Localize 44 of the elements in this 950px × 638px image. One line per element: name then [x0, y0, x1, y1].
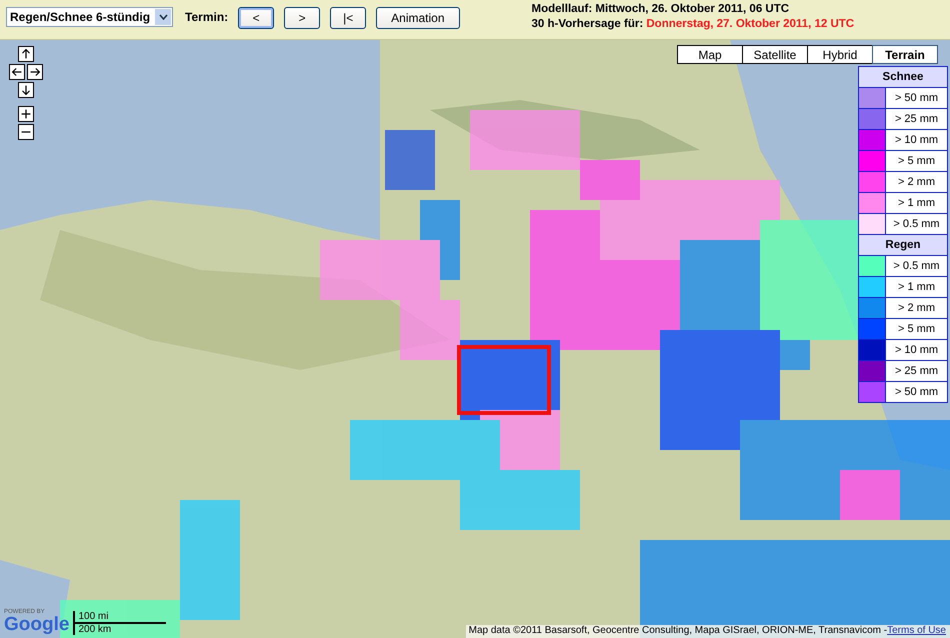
model-run-text: Modelllauf: Mittwoch, 26. Oktober 2011, 06 UTC [532, 2, 790, 17]
termin-label: Termin: [185, 10, 228, 24]
caret-icon [158, 14, 168, 20]
arrow-right-icon [28, 65, 42, 79]
legend-label: > 5 mm [886, 151, 947, 171]
step-button[interactable]: > [284, 7, 320, 29]
attribution-text: Map data ©2011 Basarsoft, Geocentre Consulting, Mapa GISrael, ORION-ME, Transnavicom - [468, 625, 888, 636]
map-type-button[interactable]: Map [677, 45, 743, 64]
arrow-down-icon [19, 83, 33, 97]
legend-heading: Regen [859, 235, 947, 255]
pan-right-button[interactable] [27, 64, 43, 80]
legend-label: > 10 mm [886, 130, 947, 150]
map-type-button[interactable]: Satellite [742, 45, 808, 64]
legend-label: > 50 mm [886, 382, 947, 402]
legend-label: > 1 mm [886, 193, 947, 213]
arrow-up-icon [19, 47, 33, 61]
pan-up-button[interactable] [18, 46, 34, 62]
legend-label: > 50 mm [886, 88, 947, 108]
forecast-label: 30 h-Vorhersage für: [532, 18, 644, 30]
pan-left-button[interactable] [9, 64, 25, 80]
legend-label: > 0.5 mm [886, 214, 947, 234]
terms-link[interactable]: Terms of Use [887, 625, 946, 636]
plus-icon [19, 107, 33, 121]
legend-label: > 25 mm [886, 361, 947, 381]
legend-label: > 2 mm [886, 172, 947, 192]
zoom-in-button[interactable] [18, 106, 34, 122]
legend-label: > 5 mm [886, 319, 947, 339]
legend-label: > 1 mm [886, 277, 947, 297]
arrow-left-icon [10, 65, 24, 79]
forecast-time: Donnerstag, 27. Oktober 2011, 12 UTC [646, 18, 854, 30]
legend-label: > 2 mm [886, 298, 947, 318]
legend-label: > 25 mm [886, 109, 947, 129]
zoom-out-button[interactable] [18, 124, 34, 140]
pan-down-button[interactable] [18, 82, 34, 98]
step-button[interactable]: Animation [376, 7, 460, 29]
legend-label: > 0.5 mm [886, 256, 947, 276]
legend-label: > 10 mm [886, 340, 947, 360]
map-type-button[interactable]: Hybrid [807, 45, 873, 64]
product-select[interactable]: Regen/Schnee 6-stündig [6, 7, 174, 27]
step-button[interactable]: < [238, 7, 274, 29]
legend-heading: Schnee [859, 67, 947, 87]
scale-bar: 100 mi 200 km [73, 611, 186, 635]
map-type-button[interactable]: Terrain [872, 45, 938, 64]
step-button[interactable]: |< [330, 7, 366, 29]
